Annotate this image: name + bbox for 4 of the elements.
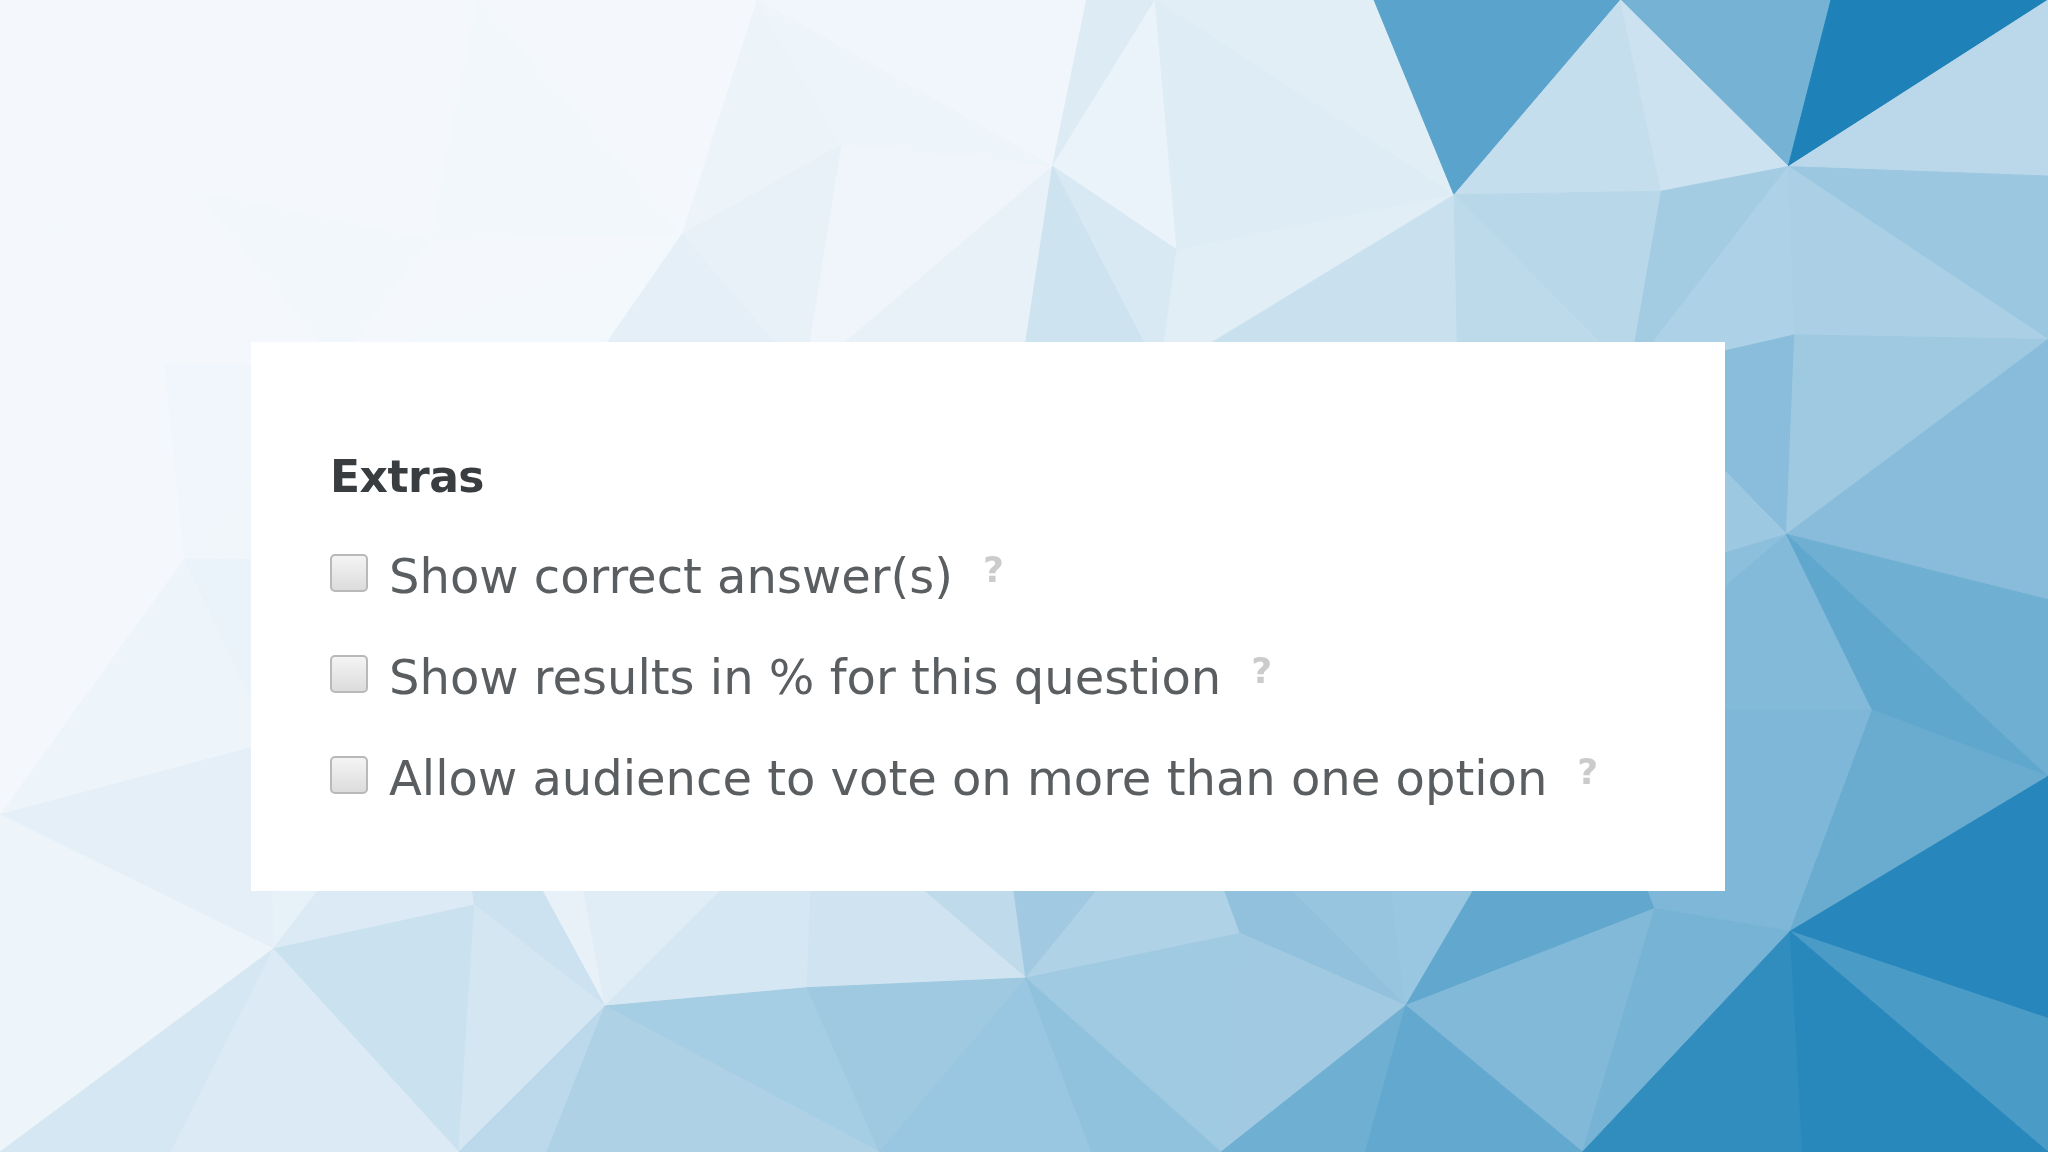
section-heading: Extras [330,451,485,503]
option-label: Show results in % for this question [389,647,1222,707]
option-label: Show correct answer(s) [389,546,953,606]
option-label: Allow audience to vote on more than one option [389,748,1548,808]
